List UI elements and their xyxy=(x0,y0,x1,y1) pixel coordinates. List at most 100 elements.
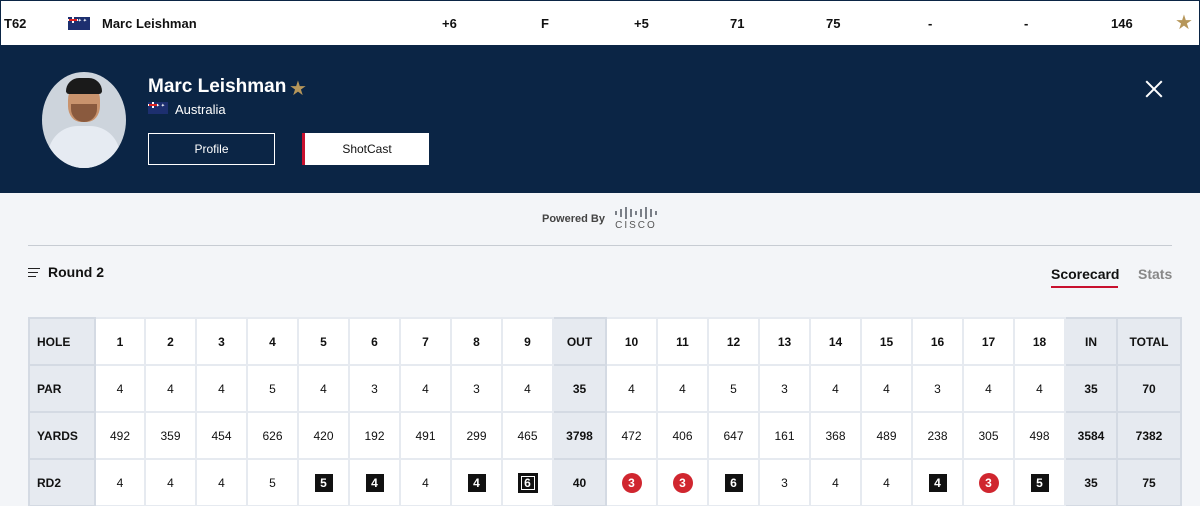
australia-flag-icon: ✦✦ xyxy=(68,17,90,33)
table-row: RD2 4 4 4 5 5 4 4 4 6 40 3 3 6 3 4 4 4 3 5 35 75 xyxy=(28,458,1182,506)
score-cell: 6 xyxy=(707,458,760,506)
score-cell: 492 xyxy=(94,411,146,460)
score-cell: 4 xyxy=(195,364,248,413)
row-label: PAR xyxy=(28,364,96,413)
score-cell: 2 xyxy=(144,317,197,366)
total-cell: IN xyxy=(1064,317,1118,366)
double-bogey-marker: 6 xyxy=(517,472,538,493)
score-cell: 4 xyxy=(399,364,452,413)
score-cell: 4 xyxy=(246,317,299,366)
tab-stats[interactable]: Stats xyxy=(1138,266,1172,282)
score-cell: 5 xyxy=(246,364,299,413)
score-cell: 4 xyxy=(144,458,197,506)
score-cell: 3 xyxy=(758,364,811,413)
score-cell: 491 xyxy=(399,411,452,460)
bogey-marker: 4 xyxy=(365,473,384,492)
round-selector[interactable]: Round 2 xyxy=(28,264,104,280)
score-cell: 4 xyxy=(809,364,862,413)
score-cell: 368 xyxy=(809,411,862,460)
table-row: PAR 4 4 4 5 4 3 4 3 4 35 4 4 5 3 4 4 3 4 4 35 70 xyxy=(28,364,1182,413)
score-cell: 4 xyxy=(809,458,862,506)
score-cell: 4 xyxy=(656,364,709,413)
score-cell: 359 xyxy=(144,411,197,460)
score-cell: 4 xyxy=(195,458,248,506)
score-cell: 4 xyxy=(144,364,197,413)
player-panel: Marc Leishman ★ ✦✦ Australia Profile Sho… xyxy=(0,46,1200,193)
score-cell: 14 xyxy=(809,317,862,366)
total-cell: 35 xyxy=(1064,364,1118,413)
score-cell: 1 xyxy=(94,317,146,366)
score-cell: 5 xyxy=(246,458,299,506)
powered-by-label: Powered By xyxy=(542,213,605,225)
tab-scorecard[interactable]: Scorecard xyxy=(1051,266,1119,288)
score-cell: 3 xyxy=(911,364,964,413)
score-cell: 3 xyxy=(962,458,1015,506)
cisco-wordmark: CISCO xyxy=(615,220,657,231)
score-cell: 3 xyxy=(605,458,658,506)
score-cell: 15 xyxy=(860,317,913,366)
score-cell: 3 xyxy=(450,364,503,413)
score-cell: 10 xyxy=(605,317,658,366)
score-cell: 7 xyxy=(399,317,452,366)
bogey-marker: 5 xyxy=(1030,473,1049,492)
score-cell: 3 xyxy=(656,458,709,506)
bogey-marker: 4 xyxy=(467,473,486,492)
total-cell: 75 xyxy=(1116,458,1182,506)
row-label: RD2 xyxy=(28,458,96,506)
bogey-marker: 4 xyxy=(928,473,947,492)
menu-icon xyxy=(28,267,40,277)
shotcast-button[interactable]: ShotCast xyxy=(302,133,429,165)
score-cell: 4 xyxy=(94,458,146,506)
round-1-score: 71 xyxy=(730,16,745,31)
total-strokes: 146 xyxy=(1111,16,1133,31)
score-cell: 406 xyxy=(656,411,709,460)
score-cell: 4 xyxy=(911,458,964,506)
birdie-marker: 3 xyxy=(621,472,642,493)
score-cell: 12 xyxy=(707,317,760,366)
score-cell: 4 xyxy=(1013,364,1066,413)
star-icon[interactable]: ★ xyxy=(289,79,307,99)
divider xyxy=(28,245,1172,246)
score-cell: 4 xyxy=(450,458,503,506)
scorecard-table: HOLE 1 2 3 4 5 6 7 8 9 OUT 10 11 12 13 14 15 16 17 18 IN TOTA… xyxy=(28,317,1182,506)
score-cell: 4 xyxy=(297,364,350,413)
score-cell: 17 xyxy=(962,317,1015,366)
player-name[interactable]: Marc Leishman xyxy=(102,16,197,31)
score-cell: 9 xyxy=(501,317,554,366)
thru: F xyxy=(541,16,549,31)
powered-by: Powered By CISCO xyxy=(542,207,657,231)
score-cell: 5 xyxy=(1013,458,1066,506)
player-country: ✦✦ Australia xyxy=(148,102,226,117)
total-cell: 40 xyxy=(552,458,607,506)
score-cell: 454 xyxy=(195,411,248,460)
profile-button[interactable]: Profile xyxy=(148,133,275,165)
score-cell: 238 xyxy=(911,411,964,460)
total-cell: 3584 xyxy=(1064,411,1118,460)
leaderboard-row[interactable]: T62 ✦✦ Marc Leishman +6 F +5 71 75 - - 1… xyxy=(0,0,1200,46)
today: +5 xyxy=(634,16,649,31)
score-cell: 3 xyxy=(195,317,248,366)
score-cell: 18 xyxy=(1013,317,1066,366)
total-cell: 35 xyxy=(552,364,607,413)
score-cell: 8 xyxy=(450,317,503,366)
score-cell: 4 xyxy=(399,458,452,506)
score-cell: 299 xyxy=(450,411,503,460)
round-2-score: 75 xyxy=(826,16,841,31)
score-cell: 626 xyxy=(246,411,299,460)
country-label: Australia xyxy=(175,102,226,117)
total-cell: 3798 xyxy=(552,411,607,460)
score-cell: 420 xyxy=(297,411,350,460)
bogey-marker: 6 xyxy=(724,473,743,492)
star-icon[interactable]: ★ xyxy=(1175,13,1193,33)
close-icon[interactable] xyxy=(1145,80,1163,98)
score-cell: 489 xyxy=(860,411,913,460)
row-label: HOLE xyxy=(28,317,96,366)
score-cell: 16 xyxy=(911,317,964,366)
score-cell: 5 xyxy=(707,364,760,413)
score-cell: 647 xyxy=(707,411,760,460)
avatar xyxy=(42,72,126,168)
total-cell: 70 xyxy=(1116,364,1182,413)
score-cell: 4 xyxy=(860,364,913,413)
cisco-logo: CISCO xyxy=(614,207,657,231)
table-header-row: HOLE 1 2 3 4 5 6 7 8 9 OUT 10 11 12 13 14 15 16 17 18 IN TOTA… xyxy=(28,317,1182,366)
